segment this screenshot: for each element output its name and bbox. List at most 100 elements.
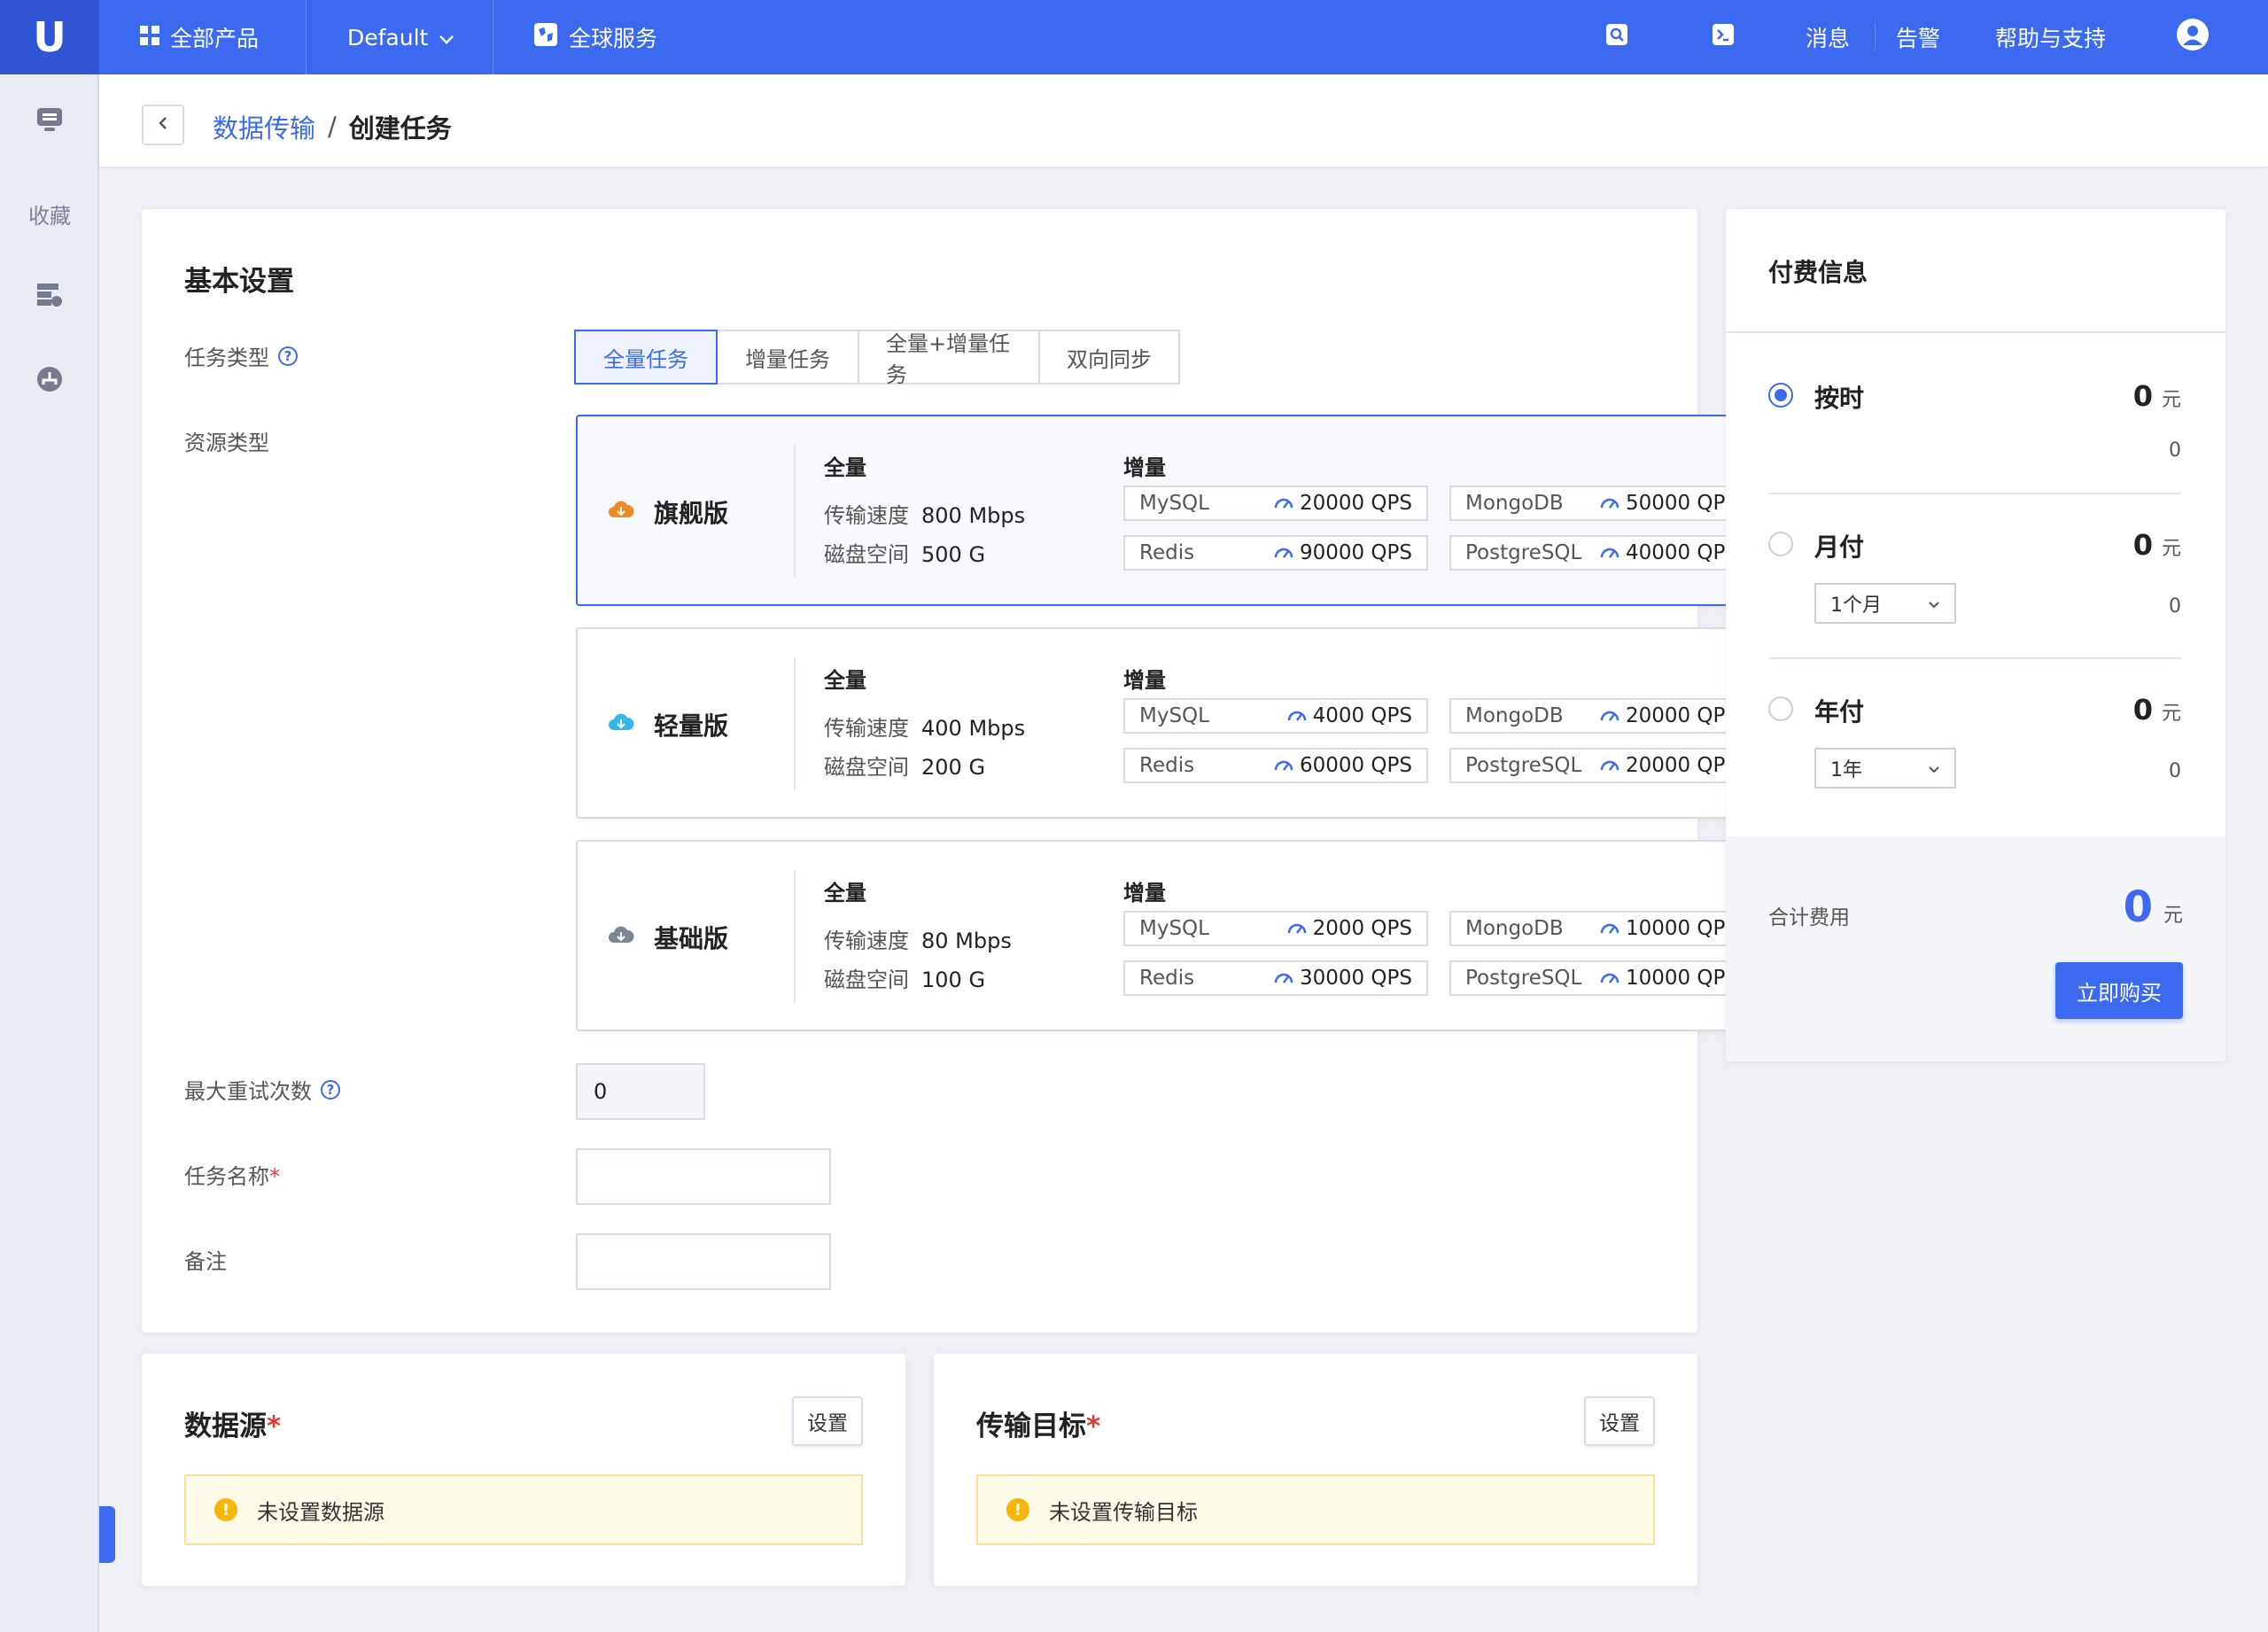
data-source-settings-button[interactable]: 设置 bbox=[792, 1396, 863, 1446]
help-label: 帮助与支持 bbox=[1995, 26, 2107, 51]
resource-name: 旗舰版 bbox=[608, 494, 728, 530]
search-icon bbox=[1605, 23, 1628, 51]
messages-label: 消息 bbox=[1806, 26, 1851, 51]
buy-now-button[interactable]: 立即购买 bbox=[2055, 962, 2183, 1019]
sidebar-item-favorites[interactable]: 收藏 bbox=[0, 198, 99, 229]
help-link[interactable]: 帮助与支持 bbox=[1995, 0, 2106, 74]
monthly-duration-select[interactable]: 1个月 bbox=[1814, 583, 1956, 624]
console-button[interactable] bbox=[1712, 0, 1735, 74]
qps-value: 30000 QPS bbox=[1299, 967, 1412, 990]
qps-mysql: MySQL 20000 QPS bbox=[1123, 486, 1428, 521]
resource-name-text: 轻量版 bbox=[654, 711, 729, 741]
full-heading: 全量 bbox=[824, 881, 866, 905]
resource-option-lite[interactable]: 轻量版 全量 增量 传输速度 400 Mbps 磁盘空间 200 G MySQL 40… bbox=[576, 627, 1807, 819]
tab-full-task[interactable]: 全量任务 bbox=[574, 330, 718, 385]
qps-postgresql: PostgreSQL 40000 QPS bbox=[1449, 535, 1754, 571]
speedometer-icon bbox=[1599, 967, 1620, 990]
transfer-target-warning-text: 未设置传输目标 bbox=[1049, 1499, 1198, 1525]
payment-card: 付费信息 按时 0元 0 月付 0元 1个月 0 年付 0元 1年 0 合计费用… bbox=[1726, 209, 2225, 1061]
monthly-duration-value: 1个月 bbox=[1830, 595, 1882, 617]
remark-label: 备注 bbox=[184, 1244, 227, 1275]
monthly-sub-amount: 0 bbox=[2169, 595, 2181, 618]
tab-bidirectional-sync[interactable]: 双向同步 bbox=[1038, 330, 1180, 385]
hourly-amount-value: 0 bbox=[2132, 379, 2153, 413]
monthly-radio[interactable] bbox=[1768, 532, 1793, 556]
sidebar-item-network[interactable] bbox=[0, 365, 99, 399]
sidebar-active-indicator bbox=[99, 1506, 115, 1563]
message-board-icon bbox=[35, 106, 64, 138]
remark-input[interactable] bbox=[576, 1233, 831, 1290]
project-selector[interactable]: Default bbox=[347, 0, 454, 74]
transfer-target-card: 传输目标* 设置 ! 未设置传输目标 bbox=[934, 1354, 1697, 1586]
qps-mongodb: MongoDB 50000 QPS bbox=[1449, 486, 1754, 521]
help-icon[interactable]: ? bbox=[278, 346, 298, 366]
disk-value: 200 G bbox=[921, 755, 986, 780]
speed-row: 传输速度 80 Mbps bbox=[824, 923, 1012, 954]
favorites-label: 收藏 bbox=[28, 204, 71, 229]
payment-option-monthly[interactable]: 月付 0元 1个月 0 bbox=[1768, 528, 2181, 643]
back-button[interactable] bbox=[142, 105, 184, 145]
yearly-radio[interactable] bbox=[1768, 696, 1793, 721]
qps-value: 50000 QPS bbox=[1625, 492, 1738, 515]
chevron-down-icon bbox=[439, 25, 454, 51]
required-mark: * bbox=[269, 1164, 280, 1189]
user-avatar[interactable] bbox=[2176, 0, 2210, 74]
total-value: 0 bbox=[2123, 882, 2153, 932]
qps-mysql: MySQL 4000 QPS bbox=[1123, 698, 1428, 734]
logo[interactable]: U bbox=[0, 0, 99, 74]
search-button[interactable] bbox=[1605, 0, 1628, 74]
required-mark: * bbox=[1086, 1411, 1101, 1442]
task-name-input[interactable] bbox=[576, 1148, 831, 1205]
yearly-amount-value: 0 bbox=[2132, 693, 2153, 727]
hourly-radio[interactable] bbox=[1768, 383, 1793, 408]
speedometer-icon bbox=[1273, 754, 1294, 777]
tab-full-plus-incremental-task[interactable]: 全量+增量任务 bbox=[858, 330, 1040, 387]
alerts-link[interactable]: 告警 bbox=[1896, 0, 1940, 74]
speed-label: 传输速度 bbox=[824, 929, 909, 953]
grid-icon bbox=[140, 25, 159, 51]
payment-option-hourly[interactable]: 按时 0元 0 bbox=[1768, 379, 2181, 486]
total-amount: 0 元 bbox=[2124, 882, 2183, 932]
total-label: 合计费用 bbox=[1768, 906, 1850, 929]
breadcrumb-parent-link[interactable]: 数据传输 bbox=[213, 108, 315, 145]
messages-link[interactable]: 消息 bbox=[1806, 0, 1850, 74]
task-type-label: 任务类型 ? bbox=[184, 340, 298, 371]
max-retry-label-text: 最大重试次数 bbox=[184, 1079, 312, 1104]
speed-row: 传输速度 800 Mbps bbox=[824, 498, 1025, 529]
hourly-sub-amount: 0 bbox=[2169, 439, 2181, 462]
qps-mongodb: MongoDB 10000 QPS bbox=[1449, 911, 1754, 946]
disk-label: 磁盘空间 bbox=[824, 542, 909, 567]
transfer-target-settings-button[interactable]: 设置 bbox=[1584, 1396, 1655, 1446]
sidebar-item-servers[interactable] bbox=[0, 282, 99, 314]
help-icon[interactable]: ? bbox=[321, 1079, 340, 1100]
cloud-basic-icon bbox=[608, 923, 634, 952]
tab-incremental-task[interactable]: 增量任务 bbox=[716, 330, 859, 385]
db-name: MySQL bbox=[1139, 917, 1209, 940]
qps-redis: Redis 90000 QPS bbox=[1123, 535, 1428, 571]
task-name-label-main: 任务名称 bbox=[184, 1164, 269, 1189]
max-retry-value: 0 bbox=[594, 1079, 608, 1104]
db-name: MongoDB bbox=[1465, 704, 1564, 727]
global-service-label: 全球服务 bbox=[569, 26, 658, 51]
max-retry-input[interactable]: 0 bbox=[576, 1063, 705, 1120]
qps-postgresql: PostgreSQL 10000 QPS bbox=[1449, 960, 1754, 996]
server-icon bbox=[35, 282, 64, 314]
yearly-duration-value: 1年 bbox=[1830, 759, 1862, 781]
resource-option-basic[interactable]: 基础版 全量 增量 传输速度 80 Mbps 磁盘空间 100 G MySQL 200… bbox=[576, 840, 1807, 1031]
qps-redis: Redis 30000 QPS bbox=[1123, 960, 1428, 996]
payment-option-yearly[interactable]: 年付 0元 1年 0 bbox=[1768, 693, 2181, 808]
resource-option-flagship[interactable]: 旗舰版 全量 增量 传输速度 800 Mbps 磁盘空间 500 G MySQL 20… bbox=[576, 415, 1807, 606]
speedometer-icon bbox=[1286, 917, 1308, 940]
global-service-menu[interactable]: 全球服务 bbox=[533, 0, 657, 74]
total-section: 合计费用 0 元 立即购买 bbox=[1726, 836, 2225, 1061]
db-name: MongoDB bbox=[1465, 492, 1564, 515]
yearly-duration-select[interactable]: 1年 bbox=[1814, 748, 1956, 789]
breadcrumb: 数据传输 / 创建任务 bbox=[213, 108, 452, 145]
db-name: PostgreSQL bbox=[1465, 967, 1582, 990]
speedometer-icon bbox=[1599, 754, 1620, 777]
speedometer-icon bbox=[1599, 492, 1620, 515]
yearly-sub-amount: 0 bbox=[2169, 760, 2181, 782]
total-unit: 元 bbox=[2163, 905, 2183, 927]
all-products-menu[interactable]: 全部产品 bbox=[140, 0, 259, 74]
sidebar-item-overview[interactable] bbox=[0, 106, 99, 138]
